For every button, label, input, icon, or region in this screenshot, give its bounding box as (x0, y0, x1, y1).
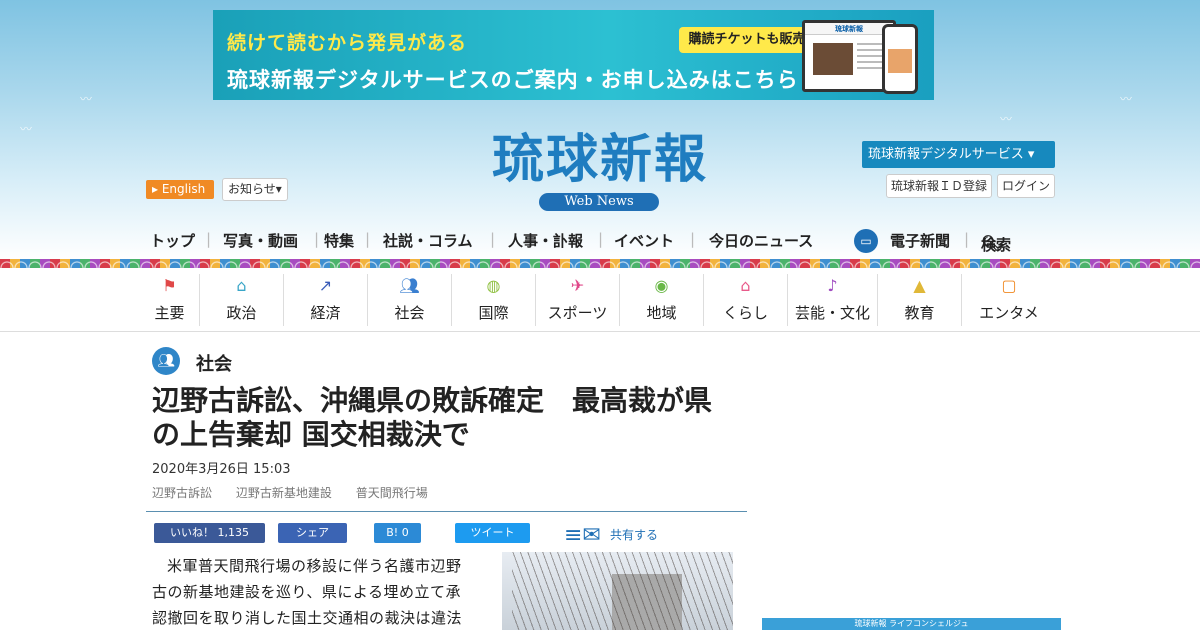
nav-item-photo-video[interactable]: 写真・動画 (223, 230, 298, 251)
article-photo[interactable] (502, 552, 733, 630)
nav-separator: | (598, 230, 604, 248)
category-label: 教育 (904, 304, 935, 322)
envelope-icon: ≡✉ (564, 522, 601, 548)
fish-decoration: 〰 (1000, 112, 1013, 126)
people-icon: 👥︎ (152, 347, 180, 375)
music-icon: ♪ (827, 276, 838, 295)
category-label: くらし (722, 304, 768, 322)
fish-decoration: 〰 (80, 92, 93, 106)
divider (146, 511, 747, 512)
nav-separator: | (365, 230, 371, 248)
category-living[interactable]: ⌂ くらし (704, 274, 788, 326)
tv-icon: ▢ (1001, 276, 1017, 295)
nav-separator: | (964, 230, 970, 248)
category-main[interactable]: ⚑ 主要 (140, 274, 200, 326)
category-politics[interactable]: ⌂ 政治 (200, 274, 284, 326)
share-all-button[interactable]: ≡✉ 共有する (564, 523, 658, 547)
category-label: 芸能・文化 (794, 304, 870, 322)
english-button[interactable]: ▸ English (146, 180, 214, 199)
nav-item-today-news[interactable]: 今日のニュース (709, 230, 813, 251)
category-label: 政治 (226, 304, 257, 322)
banner-line1: 続けて読むから発見がある (227, 32, 468, 54)
nav-item-editorial[interactable]: 社説・コラム (383, 230, 473, 251)
category-region[interactable]: ◉ 地域 (620, 274, 704, 326)
category-entertainment[interactable]: ▢ エンタメ (962, 274, 1056, 326)
digital-service-banner[interactable]: 続けて読むから発見がある 購読チケットも販売中！ 琉球新報デジタルサービスのご案… (213, 10, 934, 100)
login-button[interactable]: ログイン (997, 174, 1055, 198)
banner-devices-image: 琉球新報 (802, 18, 924, 98)
category-society[interactable]: 👥︎ 社会 (368, 274, 452, 326)
article-date: 2020年3月26日 15:03 (152, 462, 291, 477)
phone-photo (888, 49, 912, 73)
facebook-like-button[interactable]: いいね！ 1,135 (154, 523, 265, 543)
decorative-pattern (0, 259, 1200, 268)
e-paper-icon[interactable]: ▭ (854, 229, 878, 253)
banner-line2: 琉球新報デジタルサービスのご案内・お申し込みはこちら (227, 68, 799, 92)
pin-icon: ◉ (654, 276, 669, 295)
english-label: English (161, 182, 206, 196)
nav-separator: | (314, 230, 320, 248)
nav-item-feature[interactable]: 特集 (324, 230, 354, 251)
digital-service-dropdown[interactable]: 琉球新報デジタルサービス ▾ (862, 141, 1055, 168)
id-register-button[interactable]: 琉球新報ＩＤ登録 (886, 174, 992, 198)
category-label: 社会 (394, 304, 425, 322)
fish-decoration: 〰 (20, 122, 33, 136)
graduation-icon: ▲ (913, 276, 926, 295)
notice-dropdown[interactable]: お知らせ▾ (222, 178, 288, 201)
side-banner[interactable]: 琉球新報 ライフコンシェルジュ (762, 618, 1061, 630)
globe-icon: ◍ (486, 276, 501, 295)
nav-item-personnel[interactable]: 人事・訃報 (508, 230, 583, 251)
tag-link[interactable]: 普天間飛行場 (356, 486, 428, 500)
nav-separator: | (490, 230, 496, 248)
chart-icon: ↗ (318, 276, 333, 295)
people-icon: 👥︎ (399, 276, 420, 295)
caret-down-icon: ▾ (1027, 147, 1035, 162)
article-headline: 辺野古訴訟、沖縄県の敗訴確定 最高裁が県の上告棄却 国交相裁決で (152, 384, 713, 451)
category-education[interactable]: ▲ 教育 (878, 274, 962, 326)
category-culture[interactable]: ♪ 芸能・文化 (788, 274, 878, 326)
nav-separator: | (206, 230, 212, 248)
site-logo[interactable]: 琉球新報 (450, 128, 750, 192)
category-label: エンタメ (979, 304, 1039, 322)
caret-down-icon: ▾ (275, 182, 282, 196)
nav-separator: | (690, 230, 696, 248)
house-icon: ⌂ (740, 276, 751, 295)
share-all-label: 共有する (610, 528, 659, 542)
runner-icon: ✈ (570, 276, 585, 295)
nav-item-top[interactable]: トップ (150, 230, 195, 251)
category-label: 地域 (646, 304, 677, 322)
section-title: 社会 (196, 354, 232, 375)
monitor-title: 琉球新報 (805, 23, 893, 35)
tag-link[interactable]: 辺野古新基地建設 (236, 486, 332, 500)
category-international[interactable]: ◍ 国際 (452, 274, 536, 326)
category-sports[interactable]: ✈ スポーツ (536, 274, 620, 326)
photo-tree (512, 552, 733, 630)
digital-service-label: 琉球新報デジタルサービス (868, 147, 1024, 162)
flag-icon: ⚑ (162, 276, 177, 295)
facebook-share-button[interactable]: シェア (278, 523, 347, 543)
article-body: 米軍普天間飛行場の移設に伴う名護市辺野古の新基地建設を巡り、県による埋め立て承認… (152, 557, 463, 627)
hatena-bookmark-button[interactable]: B! 0 (374, 523, 421, 543)
phone-image (882, 24, 918, 94)
category-label: スポーツ (547, 304, 608, 322)
nav-item-e-paper[interactable]: 電子新聞 (890, 230, 950, 251)
notice-label: お知らせ (228, 182, 276, 196)
monitor-photo (813, 43, 853, 75)
building-icon: ⌂ (236, 276, 247, 295)
category-nav: ⚑ 主要 ⌂ 政治 ↗ 経済 👥︎ 社会 ◍ 国際 ✈ スポーツ ◉ 地域 ⌂ くらし ♪ 芸能・… (0, 268, 1200, 332)
logo-subtitle: Web News (539, 193, 659, 211)
article-tags: 辺野古訴訟 辺野古新基地建設 普天間飛行場 (152, 484, 448, 501)
search-label: 検索 (981, 236, 1012, 254)
fish-decoration: 〰 (1120, 92, 1133, 106)
tag-link[interactable]: 辺野古訴訟 (152, 486, 212, 500)
category-economy[interactable]: ↗ 経済 (284, 274, 368, 326)
category-label: 経済 (310, 304, 341, 322)
category-label: 主要 (154, 304, 185, 322)
tweet-button[interactable]: ツイート (455, 523, 530, 543)
nav-item-event[interactable]: イベント (614, 230, 674, 251)
category-label: 国際 (478, 304, 509, 322)
